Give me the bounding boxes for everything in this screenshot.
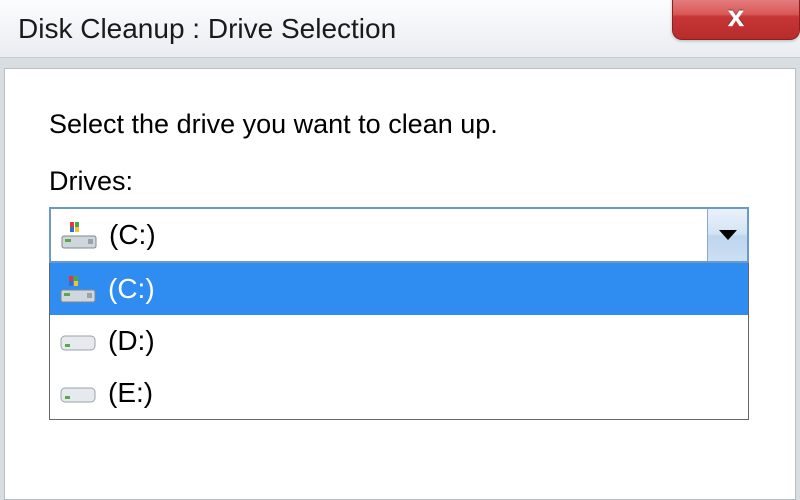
chevron-down-icon: [719, 230, 737, 240]
drive-system-icon: [59, 219, 99, 251]
combobox-dropdown-button[interactable]: [707, 209, 747, 261]
title-bar: Disk Cleanup : Drive Selection x: [0, 0, 800, 58]
dialog-content: Select the drive you want to clean up. D…: [4, 68, 796, 500]
combobox-option-label: (D:): [108, 325, 155, 357]
drive-system-icon: [58, 273, 98, 305]
combobox-option-label: (E:): [108, 377, 153, 409]
instruction-text: Select the drive you want to clean up.: [49, 109, 751, 140]
combobox-option-d[interactable]: (D:): [50, 315, 748, 367]
combobox-selected-label: (C:): [109, 219, 156, 251]
combobox-selected[interactable]: (C:): [49, 207, 749, 263]
drive-icon: [58, 325, 98, 357]
close-icon: x: [728, 0, 745, 34]
combobox-option-e[interactable]: (E:): [50, 367, 748, 419]
drives-label: Drives:: [49, 166, 751, 197]
close-button[interactable]: x: [672, 0, 800, 40]
drive-icon: [58, 377, 98, 409]
drive-combobox[interactable]: (C:) (C:): [49, 207, 749, 420]
window-title: Disk Cleanup : Drive Selection: [18, 13, 396, 45]
combobox-option-label: (C:): [108, 273, 155, 305]
combobox-list: (C:) (D:) (E:): [49, 263, 749, 420]
combobox-option-c[interactable]: (C:): [50, 263, 748, 315]
